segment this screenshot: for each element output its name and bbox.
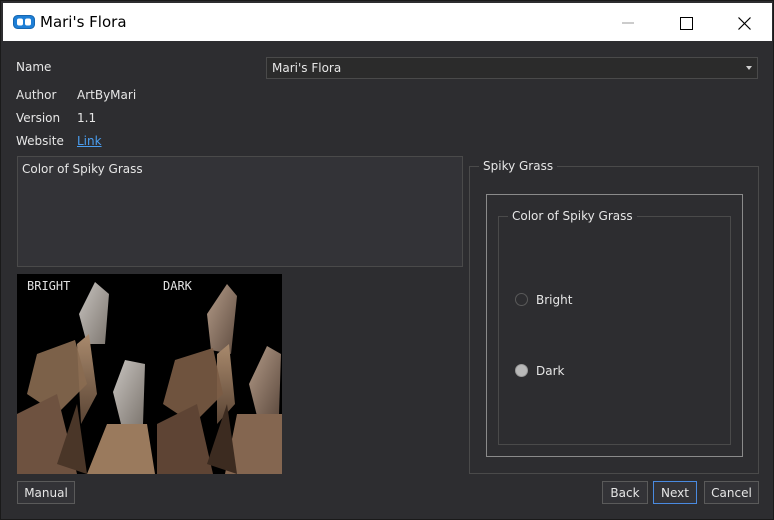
website-label: Website: [16, 134, 64, 148]
option-subgroup-frame: [498, 216, 731, 445]
option-subgroup-title: Color of Spiky Grass: [508, 209, 637, 223]
radio-dark-label[interactable]: Dark: [536, 364, 564, 378]
chevron-down-icon: [746, 66, 752, 70]
author-label: Author: [16, 88, 57, 102]
manual-button[interactable]: Manual: [17, 481, 75, 504]
preview-image: BRIGHT DARK: [17, 274, 282, 474]
option-group-title: Spiky Grass: [479, 159, 558, 173]
close-button[interactable]: [715, 5, 773, 41]
minimize-icon: [622, 22, 634, 24]
preview-caption-dark: DARK: [163, 279, 193, 293]
cancel-button[interactable]: Cancel: [704, 481, 759, 504]
version-value: 1.1: [77, 111, 97, 125]
author-value: ArtByMari: [77, 88, 137, 102]
radio-bright-label[interactable]: Bright: [536, 293, 572, 307]
name-label: Name: [16, 60, 52, 74]
spiky-grass-preview-illustration: BRIGHT DARK: [17, 279, 282, 474]
app-logo-icon: [13, 15, 35, 29]
radio-bright[interactable]: [515, 293, 528, 306]
website-link[interactable]: Link: [77, 134, 102, 148]
name-select[interactable]: Mari's Flora: [266, 57, 758, 79]
name-select-value: Mari's Flora: [272, 61, 342, 75]
installer-window: Mari's Flora Name Mari's Flora Author Ar…: [0, 0, 774, 520]
radio-dark[interactable]: [515, 364, 528, 377]
description-text: Color of Spiky Grass: [22, 162, 143, 176]
version-label: Version: [16, 111, 61, 125]
title-bar[interactable]: Mari's Flora: [3, 3, 772, 41]
maximize-button[interactable]: [657, 5, 715, 41]
description-box: Color of Spiky Grass: [17, 156, 463, 267]
window-title: Mari's Flora: [40, 13, 127, 31]
maximize-icon: [679, 16, 693, 30]
close-icon: [737, 16, 751, 30]
back-button[interactable]: Back: [602, 481, 648, 504]
minimize-button[interactable]: [599, 5, 657, 41]
preview-caption-bright: BRIGHT: [27, 279, 70, 293]
next-button[interactable]: Next: [653, 481, 697, 504]
